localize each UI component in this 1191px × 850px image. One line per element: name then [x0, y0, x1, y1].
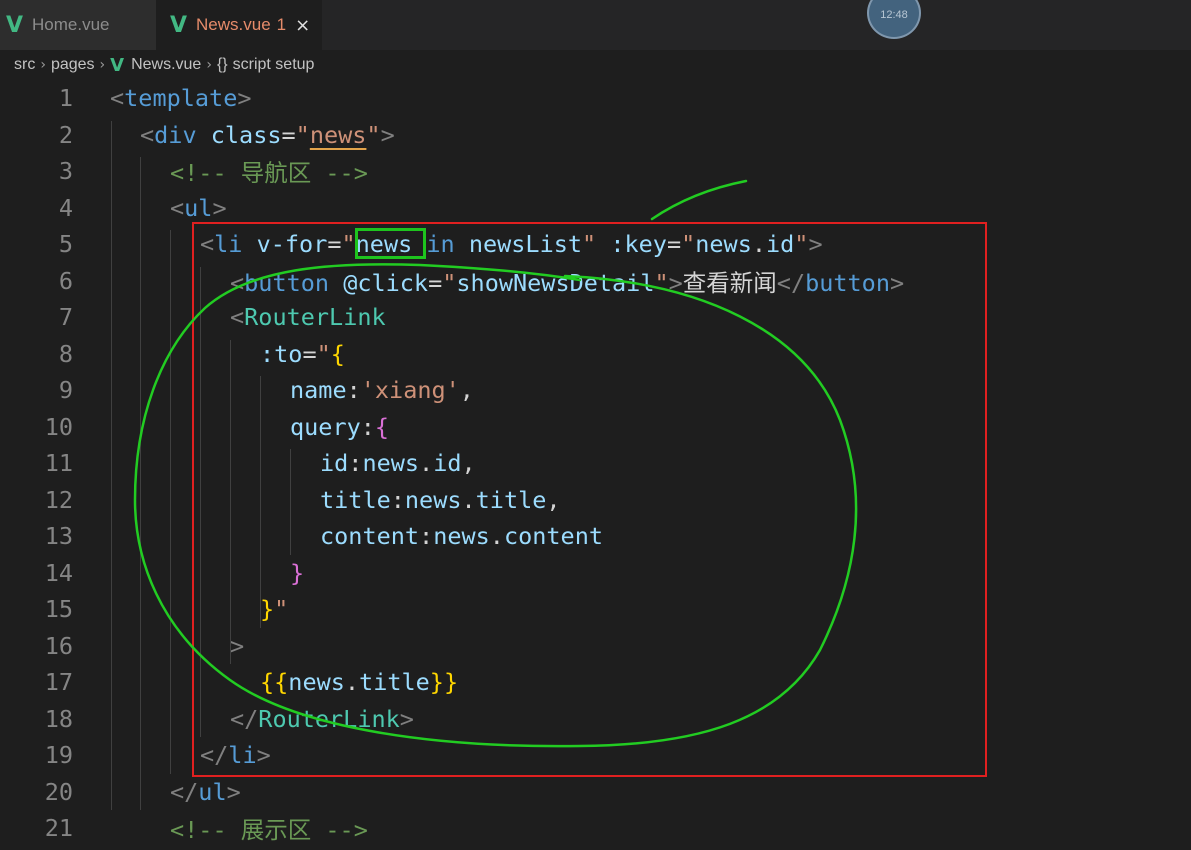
green-pointer-stroke: [650, 179, 748, 221]
green-circle-stroke: [133, 263, 858, 748]
green-ink-annotation: [133, 179, 858, 748]
